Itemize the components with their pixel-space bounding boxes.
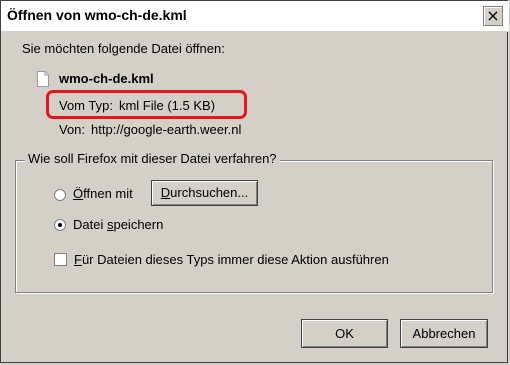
close-icon: × — [486, 6, 500, 25]
save-file-radio[interactable] — [54, 219, 66, 231]
file-source-row: Von: http://google-earth.weer.nl — [59, 122, 241, 137]
open-with-radio[interactable] — [54, 189, 66, 201]
intro-text: Sie möchten folgende Datei öffnen: — [22, 41, 225, 56]
ok-button[interactable]: OK — [301, 319, 388, 348]
close-button[interactable]: × — [483, 6, 503, 26]
always-action-label[interactable]: Für Dateien dieses Typs immer diese Akti… — [74, 252, 389, 267]
cancel-button[interactable]: Abbrechen — [400, 319, 488, 348]
document-icon — [37, 71, 49, 87]
always-action-checkbox[interactable] — [54, 253, 67, 266]
open-with-label[interactable]: Öffnen mit — [73, 186, 133, 201]
file-source-value: http://google-earth.weer.nl — [91, 122, 242, 137]
action-group-legend: Wie soll Firefox mit dieser Datei verfah… — [25, 151, 280, 166]
dialog-title: Öffnen von wmo-ch-de.kml — [7, 7, 187, 23]
title-bar[interactable]: Öffnen von wmo-ch-de.kml × — [1, 1, 509, 32]
browse-button[interactable]: Durchsuchen... — [151, 180, 258, 206]
save-file-label[interactable]: Datei speichern — [73, 217, 163, 232]
file-open-dialog: Öffnen von wmo-ch-de.kml × Sie möchten f… — [0, 0, 509, 363]
highlight-annotation — [46, 90, 247, 119]
file-name: wmo-ch-de.kml — [59, 71, 154, 86]
file-source-label: Von: — [59, 122, 86, 137]
